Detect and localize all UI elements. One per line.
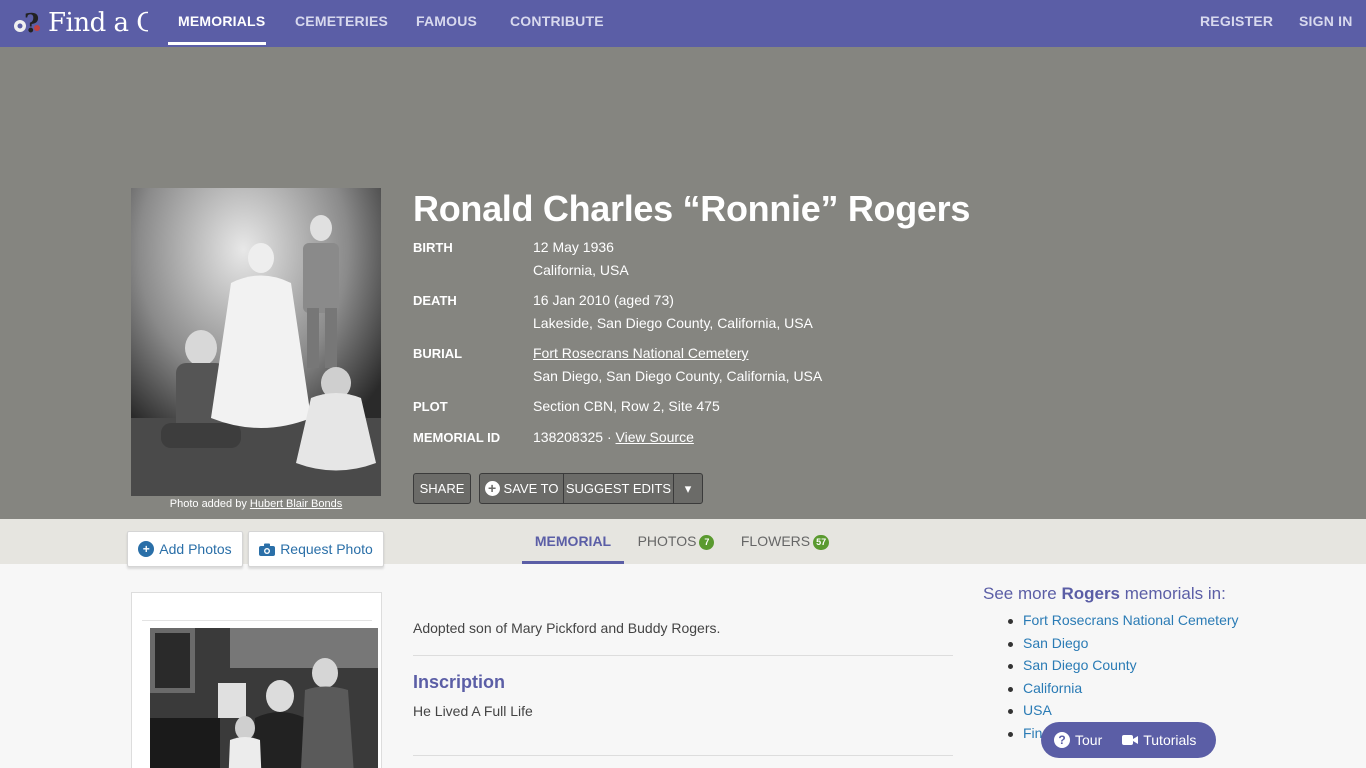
tab-flowers-label: FLOWERS bbox=[740, 533, 811, 549]
nav-active-indicator bbox=[168, 42, 266, 45]
burial-place: San Diego, San Diego County, California,… bbox=[533, 368, 823, 384]
camera-icon bbox=[259, 543, 276, 556]
inscription-text: He Lived A Full Life bbox=[413, 703, 533, 719]
request-photo-label: Request Photo bbox=[280, 541, 373, 557]
photos-count-badge: 7 bbox=[699, 534, 715, 550]
tour-label: Tour bbox=[1075, 732, 1103, 748]
see-more-link-county[interactable]: San Diego County bbox=[1005, 657, 1239, 680]
tab-flowers[interactable]: FLOWERS 57 bbox=[735, 519, 835, 564]
plot-label: PLOT bbox=[413, 399, 448, 414]
divider bbox=[142, 620, 372, 621]
nav-contribute[interactable]: CONTRIBUTE bbox=[510, 0, 604, 45]
photo-gallery-card bbox=[131, 592, 382, 768]
tab-photos-label: PHOTOS bbox=[637, 533, 697, 549]
share-label: SHARE bbox=[419, 481, 465, 496]
plot-value: Section CBN, Row 2, Site 475 bbox=[533, 398, 720, 414]
divider bbox=[413, 755, 953, 756]
caret-down-icon: ▾ bbox=[684, 480, 692, 496]
sign-in-link[interactable]: SIGN IN bbox=[1299, 0, 1353, 45]
register-link[interactable]: REGISTER bbox=[1200, 0, 1273, 45]
burial-label: BURIAL bbox=[413, 346, 463, 361]
see-more-link-state[interactable]: California bbox=[1005, 680, 1239, 703]
death-label: DEATH bbox=[413, 293, 457, 308]
flowers-count-badge: 57 bbox=[813, 534, 830, 550]
see-more-suffix: memorials in: bbox=[1124, 584, 1226, 603]
top-navbar: ? Find a Gra MEMORIALS CEMETERIES FAMOUS… bbox=[0, 0, 1366, 47]
save-to-button[interactable]: + SAVE TO bbox=[479, 473, 564, 504]
see-more-link-city[interactable]: San Diego bbox=[1005, 635, 1239, 658]
gallery-thumbnail[interactable] bbox=[150, 628, 378, 768]
see-more-prefix: See more bbox=[983, 584, 1057, 603]
view-source-link[interactable]: View Source bbox=[616, 429, 694, 445]
photo-credit-link[interactable]: Hubert Blair Bonds bbox=[250, 498, 342, 510]
tab-memorial-label: MEMORIAL bbox=[534, 533, 612, 549]
logo-flower-icon: ? bbox=[14, 9, 40, 38]
memorial-main-photo[interactable] bbox=[131, 188, 381, 496]
logo-text: Find a Gra bbox=[48, 8, 148, 38]
video-camera-icon bbox=[1122, 735, 1139, 745]
memorial-bio: Adopted son of Mary Pickford and Buddy R… bbox=[413, 620, 721, 636]
tutorials-label: Tutorials bbox=[1143, 732, 1197, 748]
nav-famous[interactable]: FAMOUS bbox=[416, 0, 477, 45]
tab-memorial[interactable]: MEMORIAL bbox=[522, 519, 624, 564]
see-more-surname: Rogers bbox=[1061, 584, 1121, 603]
tab-photos[interactable]: PHOTOS 7 bbox=[632, 519, 720, 564]
question-circle-icon: ? bbox=[1054, 732, 1070, 748]
death-place: Lakeside, San Diego County, California, … bbox=[533, 315, 813, 331]
thumbnail-image bbox=[150, 628, 378, 768]
plus-circle-icon: + bbox=[138, 541, 155, 557]
plus-circle-icon: + bbox=[484, 481, 500, 496]
tutorials-button[interactable]: Tutorials bbox=[1122, 732, 1196, 748]
save-to-label: SAVE TO bbox=[503, 481, 559, 496]
nav-cemeteries[interactable]: CEMETERIES bbox=[295, 0, 388, 45]
death-date: 16 Jan 2010 (aged 73) bbox=[533, 292, 674, 308]
share-button[interactable]: SHARE bbox=[413, 473, 471, 504]
svg-text:?: ? bbox=[24, 9, 39, 38]
request-photo-button[interactable]: Request Photo bbox=[248, 531, 384, 567]
suggest-edits-button[interactable]: SUGGEST EDITS bbox=[563, 473, 674, 504]
site-logo[interactable]: ? Find a Gra bbox=[12, 4, 148, 42]
photo-image bbox=[131, 188, 381, 496]
birth-date: 12 May 1936 bbox=[533, 239, 614, 255]
more-options-dropdown[interactable]: ▾ bbox=[673, 473, 703, 504]
see-more-heading: See more Rogers memorials in: bbox=[983, 584, 1226, 604]
help-floating-bar: ? Tour Tutorials bbox=[1041, 722, 1216, 758]
photo-credit-prefix: Photo added by bbox=[169, 498, 247, 510]
suggest-edits-label: SUGGEST EDITS bbox=[565, 481, 672, 496]
memorial-name: Ronald Charles “Ronnie” Rogers bbox=[413, 188, 971, 229]
nav-memorials[interactable]: MEMORIALS bbox=[178, 0, 265, 45]
memorial-id-label: MEMORIAL ID bbox=[413, 430, 501, 445]
burial-cemetery-link[interactable]: Fort Rosecrans National Cemetery bbox=[533, 345, 749, 361]
divider bbox=[413, 655, 953, 656]
add-photos-label: Add Photos bbox=[159, 541, 232, 557]
tour-button[interactable]: ? Tour bbox=[1054, 732, 1102, 748]
memorial-id-value: 138208325 · bbox=[533, 429, 612, 445]
see-more-link-cemetery[interactable]: Fort Rosecrans National Cemetery bbox=[1005, 612, 1239, 635]
birth-label: BIRTH bbox=[413, 240, 453, 255]
inscription-heading: Inscription bbox=[413, 672, 506, 692]
add-photos-button[interactable]: + Add Photos bbox=[127, 531, 243, 567]
photo-credit: Photo added by Hubert Blair Bonds bbox=[131, 498, 381, 510]
birth-place: California, USA bbox=[533, 262, 629, 278]
